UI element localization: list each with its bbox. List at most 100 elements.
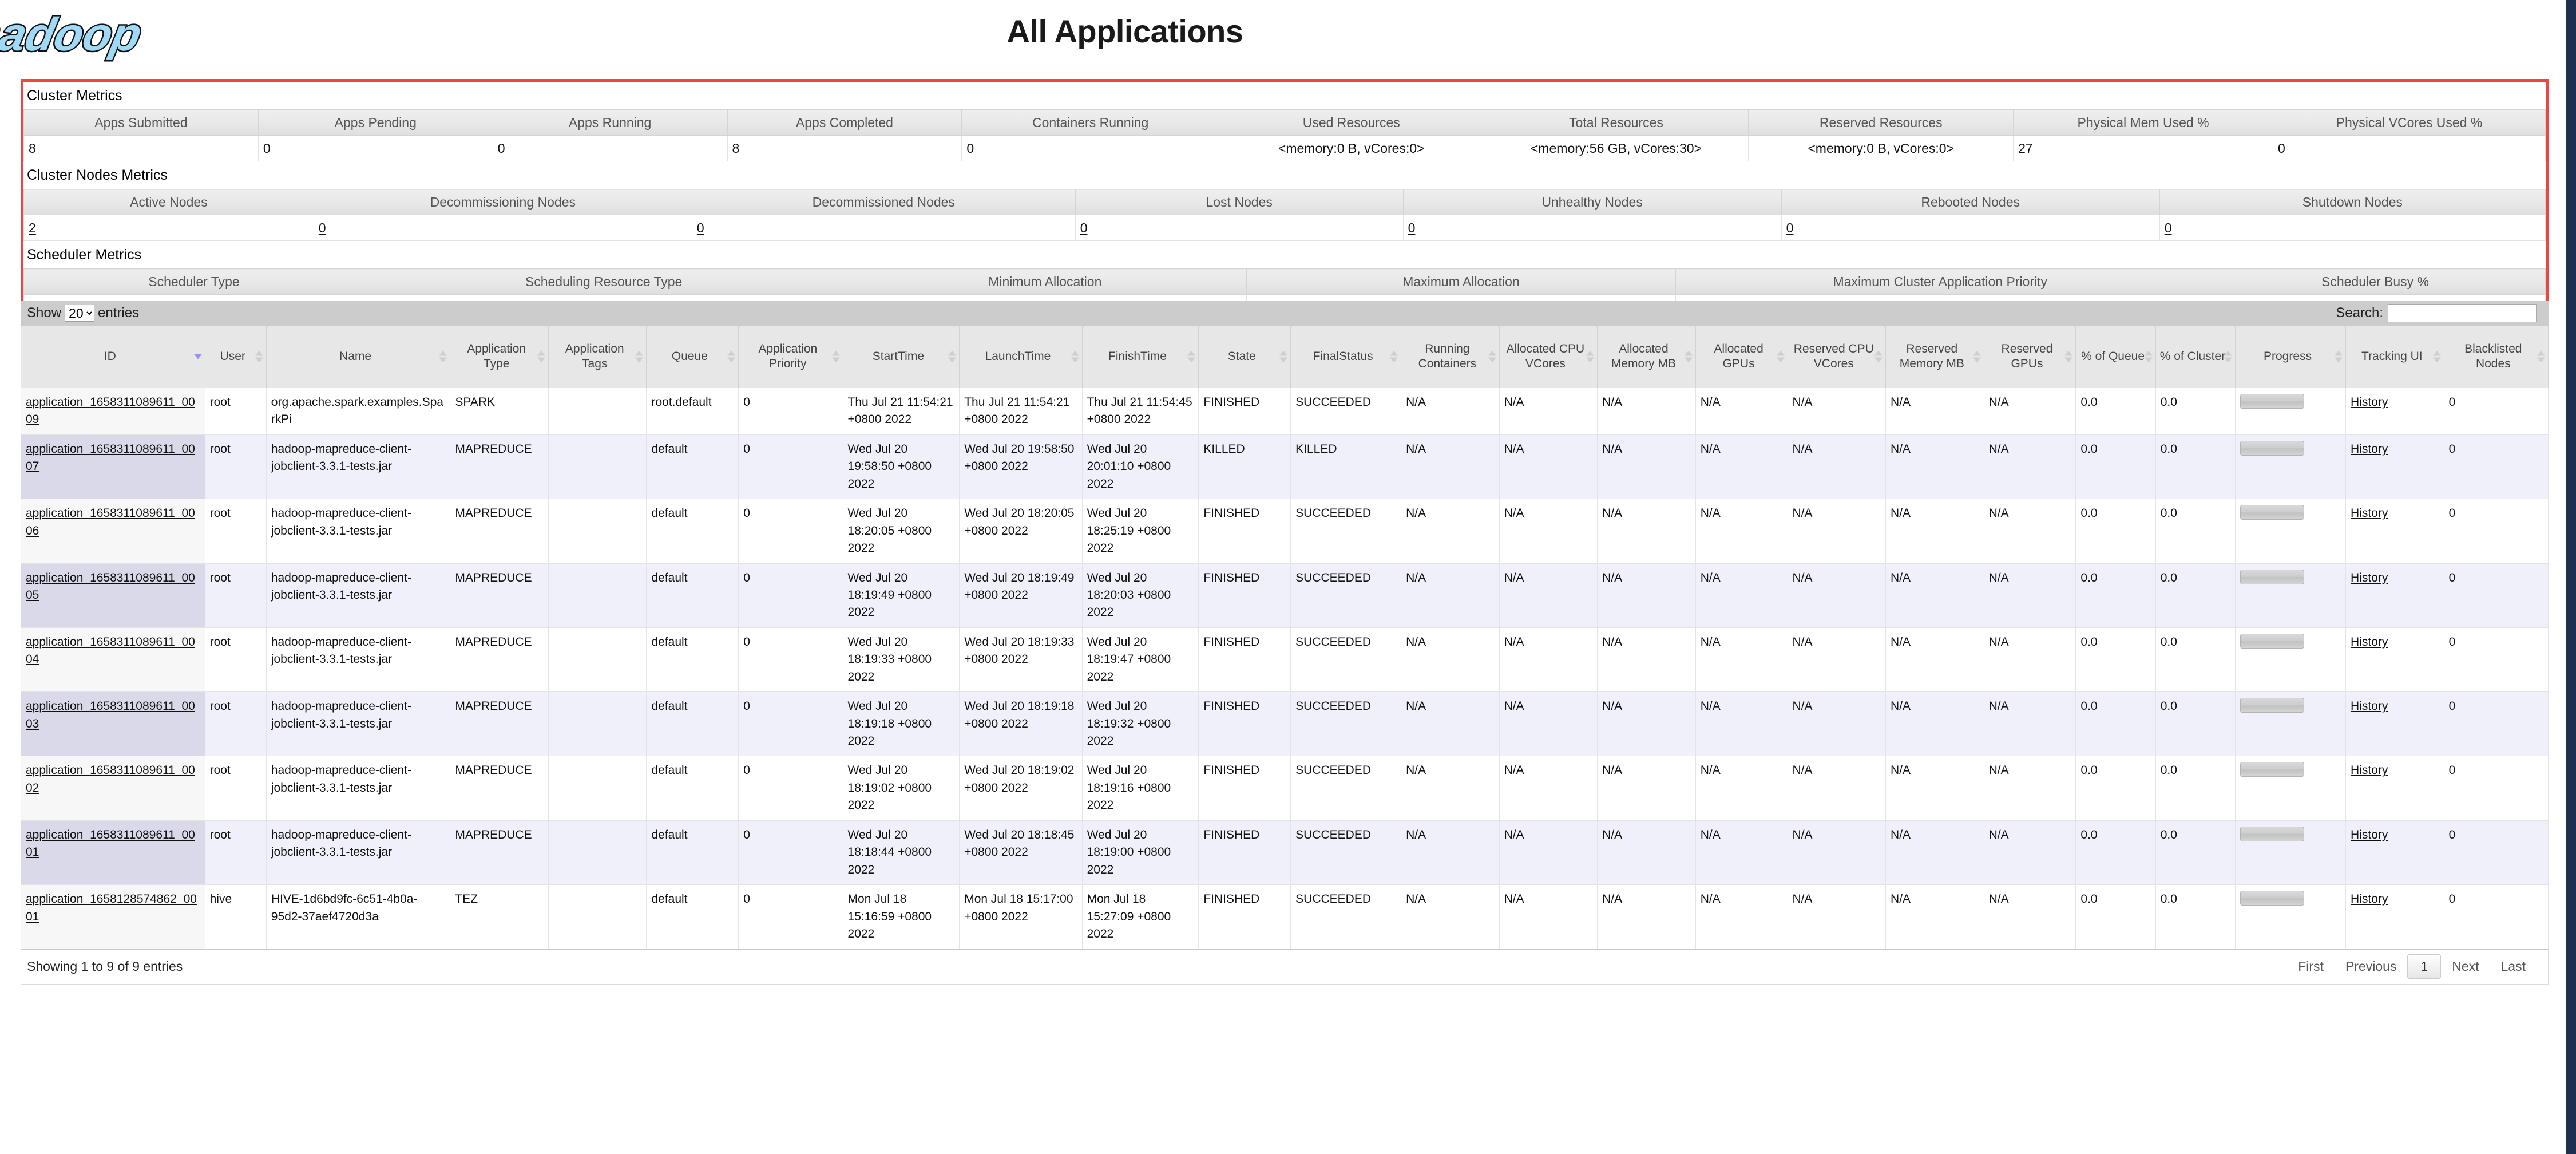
col-header-allocated-cpu-vcores[interactable]: Allocated CPU VCores (1499, 326, 1598, 388)
cell-id[interactable]: application_1658311089611_0007 (21, 434, 205, 500)
decommissioning-nodes-link[interactable]: 0 (319, 220, 326, 235)
col-header-finishtime[interactable]: FinishTime (1081, 326, 1199, 388)
page-length-select[interactable]: 20 (65, 305, 95, 322)
tracking-ui-history-link[interactable]: History (2351, 699, 2388, 713)
col-header-launchtime[interactable]: LaunchTime (959, 326, 1083, 388)
col-header-state[interactable]: State (1198, 326, 1291, 388)
col-header-application-tags[interactable]: Application Tags (548, 326, 647, 388)
application-id-link[interactable]: application_1658311089611_0009 (26, 396, 195, 426)
cell-tracking-ui[interactable]: History (2345, 388, 2444, 435)
sort-arrows-icon[interactable] (727, 350, 736, 363)
shutdown-nodes-link[interactable]: 0 (2165, 220, 2172, 235)
col-header-id[interactable]: ID (21, 326, 205, 388)
active-nodes-link[interactable]: 2 (29, 220, 36, 235)
col-header-allocated-memory-mb[interactable]: Allocated Memory MB (1597, 326, 1696, 388)
col-header-starttime[interactable]: StartTime (842, 326, 960, 388)
pagination-next[interactable]: Next (2441, 954, 2490, 979)
val-rebooted-nodes[interactable]: 0 (1781, 215, 2160, 241)
col-header-running-containers[interactable]: Running Containers (1401, 326, 1500, 388)
cell-tracking-ui[interactable]: History (2345, 434, 2444, 500)
application-id-link[interactable]: application_1658311089611_0004 (26, 635, 195, 666)
val-decommissioning-nodes[interactable]: 0 (313, 215, 692, 241)
cell-id[interactable]: application_1658311089611_0009 (21, 388, 205, 435)
cell-id[interactable]: application_1658311089611_0005 (21, 563, 205, 628)
col-header-allocated-gpus[interactable]: Allocated GPUs (1695, 326, 1788, 388)
col-header-finalstatus[interactable]: FinalStatus (1290, 326, 1402, 388)
cell-id[interactable]: application_1658311089611_0001 (21, 820, 205, 886)
sort-arrows-icon[interactable] (1684, 350, 1693, 363)
col-header-queue[interactable]: Queue (646, 326, 739, 388)
col-header-reserved-memory-mb[interactable]: Reserved Memory MB (1885, 326, 1984, 388)
tracking-ui-history-link[interactable]: History (2351, 396, 2388, 409)
col-header-tracking-ui[interactable]: Tracking UI (2345, 326, 2444, 388)
pagination-page-1[interactable]: 1 (2407, 954, 2442, 979)
tracking-ui-history-link[interactable]: History (2351, 442, 2388, 456)
pagination-last[interactable]: Last (2490, 954, 2537, 979)
cell-id[interactable]: application_1658311089611_0003 (21, 691, 205, 757)
sort-arrows-icon[interactable] (1071, 350, 1079, 363)
tracking-ui-history-link[interactable]: History (2351, 764, 2388, 777)
sort-arrows-icon[interactable] (2432, 350, 2441, 363)
col-header-of-cluster[interactable]: % of Cluster (2155, 326, 2236, 388)
cell-tracking-ui[interactable]: History (2345, 627, 2444, 693)
sort-arrows-icon[interactable] (1488, 350, 1496, 363)
sort-arrows-icon[interactable] (948, 350, 957, 363)
sort-arrows-icon[interactable] (1776, 350, 1785, 363)
col-header-name[interactable]: Name (265, 326, 451, 388)
val-lost-nodes[interactable]: 0 (1075, 215, 1404, 241)
application-id-link[interactable]: application_1658311089611_0006 (26, 507, 195, 537)
application-id-link[interactable]: application_1658311089611_0001 (26, 828, 195, 859)
sort-arrows-icon[interactable] (1390, 350, 1398, 363)
cell-tracking-ui[interactable]: History (2345, 499, 2444, 564)
cell-tracking-ui[interactable]: History (2345, 756, 2444, 821)
val-unhealthy-nodes[interactable]: 0 (1402, 215, 1782, 241)
unhealthy-nodes-link[interactable]: 0 (1408, 220, 1416, 235)
cell-id[interactable]: application_1658128574862_0001 (21, 884, 205, 950)
application-id-link[interactable]: application_1658128574862_0001 (26, 892, 197, 923)
tracking-ui-history-link[interactable]: History (2351, 571, 2388, 584)
sort-arrows-icon[interactable] (2335, 350, 2343, 363)
cell-tracking-ui[interactable]: History (2345, 884, 2444, 950)
col-header-reserved-cpu-vcores[interactable]: Reserved CPU VCores (1787, 326, 1887, 388)
cell-id[interactable]: application_1658311089611_0006 (21, 499, 205, 564)
col-header-of-queue[interactable]: % of Queue (2075, 326, 2156, 388)
tracking-ui-history-link[interactable]: History (2351, 892, 2388, 906)
decommissioned-nodes-link[interactable]: 0 (697, 220, 704, 235)
pagination-previous[interactable]: Previous (2335, 954, 2407, 979)
sort-arrows-icon[interactable] (1874, 350, 1883, 363)
sort-arrows-icon[interactable] (537, 350, 545, 363)
application-id-link[interactable]: application_1658311089611_0002 (26, 764, 195, 794)
col-header-application-type[interactable]: Application Type (450, 326, 549, 388)
col-header-progress[interactable]: Progress (2235, 326, 2347, 388)
application-id-link[interactable]: application_1658311089611_0005 (26, 571, 195, 602)
sort-arrows-icon[interactable] (2144, 350, 2153, 363)
tracking-ui-history-link[interactable]: History (2351, 635, 2388, 649)
sort-arrows-icon[interactable] (2064, 350, 2073, 363)
val-shutdown-nodes[interactable]: 0 (2159, 215, 2546, 241)
sort-arrows-icon[interactable] (831, 350, 840, 363)
cell-tracking-ui[interactable]: History (2345, 563, 2444, 628)
sort-arrows-icon[interactable] (1187, 350, 1196, 363)
cell-tracking-ui[interactable]: History (2345, 820, 2444, 886)
tracking-ui-history-link[interactable]: History (2351, 507, 2388, 520)
search-input[interactable] (2388, 304, 2537, 322)
cell-tracking-ui[interactable]: History (2345, 691, 2444, 757)
col-header-application-priority[interactable]: Application Priority (738, 326, 843, 388)
sort-arrows-icon[interactable] (1586, 350, 1595, 363)
pagination-first[interactable]: First (2287, 954, 2335, 979)
val-active-nodes[interactable]: 2 (23, 215, 314, 241)
cell-id[interactable]: application_1658311089611_0004 (21, 627, 205, 693)
col-header-user[interactable]: User (204, 326, 267, 388)
application-id-link[interactable]: application_1658311089611_0007 (26, 442, 195, 473)
sort-arrows-icon[interactable] (193, 354, 202, 359)
sort-arrows-icon[interactable] (1279, 350, 1288, 363)
col-header-reserved-gpus[interactable]: Reserved GPUs (1983, 326, 2076, 388)
val-decommissioned-nodes[interactable]: 0 (691, 215, 1076, 241)
rebooted-nodes-link[interactable]: 0 (1786, 220, 1794, 235)
col-header-blacklisted-nodes[interactable]: Blacklisted Nodes (2443, 326, 2549, 388)
sort-arrows-icon[interactable] (255, 350, 263, 363)
sort-arrows-icon[interactable] (1972, 350, 1981, 363)
lost-nodes-link[interactable]: 0 (1080, 220, 1088, 235)
sort-arrows-icon[interactable] (439, 350, 447, 363)
sort-arrows-icon[interactable] (2537, 350, 2545, 363)
